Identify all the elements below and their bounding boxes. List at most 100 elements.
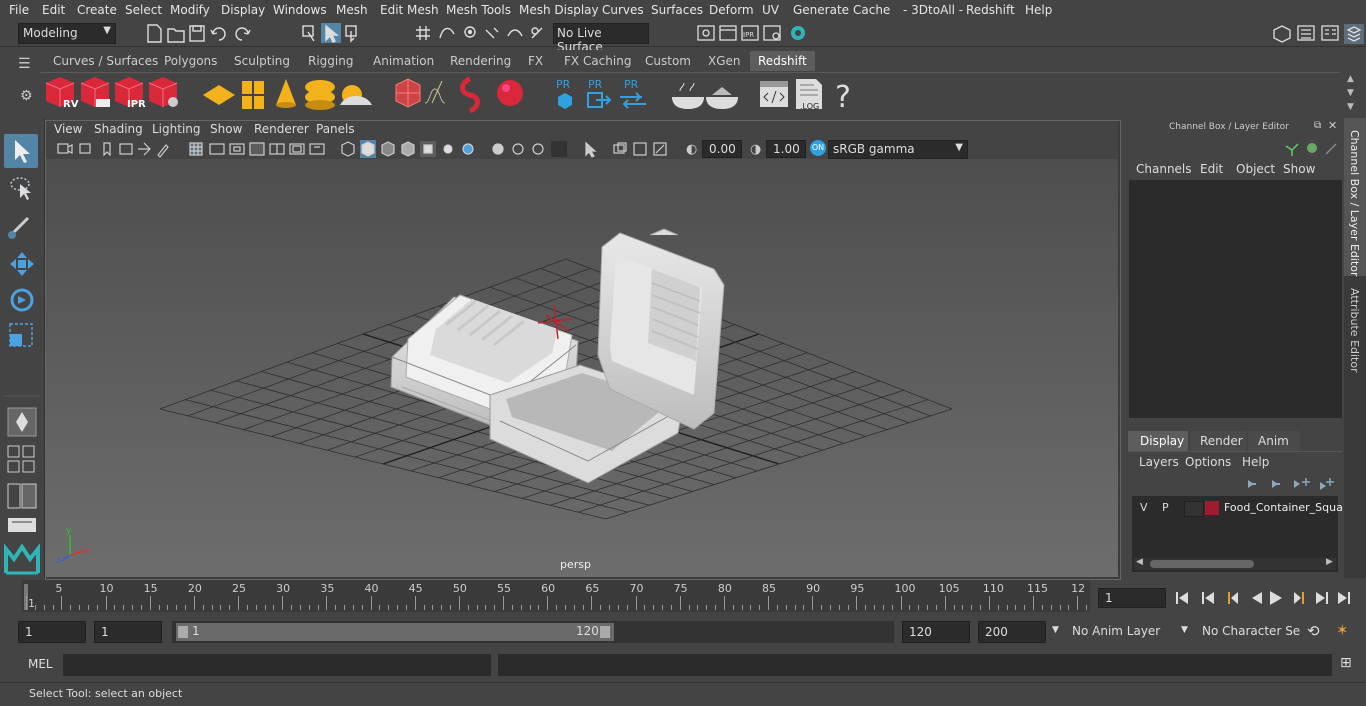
shelf-menu-icon[interactable]: ☰: [18, 56, 31, 72]
menu-modify[interactable]: Modify: [170, 3, 210, 17]
current-frame-field[interactable]: 1: [1098, 588, 1166, 608]
tab-fx-caching[interactable]: FX Caching: [564, 54, 631, 68]
menu-file[interactable]: File: [9, 3, 29, 17]
textured-icon[interactable]: [401, 141, 415, 157]
menu-edit-mesh[interactable]: Edit Mesh: [380, 3, 439, 17]
mode-dropdown[interactable]: Modeling ▼: [18, 23, 116, 44]
playback-start-field[interactable]: 1: [94, 621, 162, 643]
range-end-grip[interactable]: [600, 626, 610, 638]
step-forward-key-icon[interactable]: [1316, 592, 1328, 604]
tab-custom[interactable]: Custom: [645, 54, 691, 68]
menu-mesh[interactable]: Mesh: [336, 3, 368, 17]
range-start-grip[interactable]: [178, 626, 188, 638]
ipr-render-icon[interactable]: IPR: [741, 25, 759, 41]
resolution-gate-icon[interactable]: [229, 143, 245, 155]
wireframe-on-shaded-icon[interactable]: [381, 141, 395, 157]
ambient-occlusion-icon[interactable]: [462, 143, 474, 155]
open-scene-icon[interactable]: [167, 28, 185, 43]
tab-animation[interactable]: Animation: [373, 54, 434, 68]
cb-menu-object[interactable]: Object: [1236, 162, 1275, 176]
colorspace-dropdown[interactable]: sRGB gamma ▼: [828, 140, 968, 159]
attribute-editor-toggle-icon[interactable]: [1297, 25, 1315, 41]
menu-mesh-display[interactable]: Mesh Display: [519, 3, 599, 17]
menu-generate[interactable]: Generate: [793, 3, 849, 17]
exposure-field[interactable]: 0.00: [702, 140, 742, 158]
le-menu-layers[interactable]: Layers: [1139, 455, 1179, 469]
hypershade-icon[interactable]: [791, 26, 805, 40]
film-gate-icon[interactable]: [209, 143, 225, 155]
le-menu-help[interactable]: Help: [1242, 455, 1269, 469]
smooth-shade-icon[interactable]: [360, 140, 376, 158]
channel-box-side-tab[interactable]: Channel Box / Layer Editor: [1344, 118, 1366, 277]
layer-display-type[interactable]: [1184, 501, 1204, 517]
color-management-toggle-icon[interactable]: ON: [810, 140, 826, 156]
single-pane-layout-icon[interactable]: [7, 445, 35, 473]
menu-mesh-tools[interactable]: Mesh Tools: [446, 3, 511, 17]
channel-box-toggle-icon[interactable]: [1344, 24, 1364, 44]
wireframe-icon[interactable]: [341, 141, 355, 157]
move-tool-icon[interactable]: [10, 252, 34, 276]
snap-point-icon[interactable]: [464, 26, 476, 38]
menu-deform[interactable]: Deform: [709, 3, 754, 17]
gamma-field[interactable]: 1.00: [766, 140, 806, 158]
cb-menu-show[interactable]: Show: [1283, 162, 1315, 176]
tab-render[interactable]: Render: [1190, 431, 1246, 451]
rs-sun-sky-icon[interactable]: [340, 85, 372, 105]
rs-ies-light-icon[interactable]: [276, 79, 296, 108]
2d-pan-zoom-icon[interactable]: [138, 142, 151, 156]
tab-rigging[interactable]: Rigging: [308, 54, 353, 68]
menu-windows[interactable]: Windows: [273, 3, 327, 17]
play-forwards-icon[interactable]: [1270, 591, 1282, 605]
modeling-toolkit-icon[interactable]: [1273, 25, 1291, 43]
script-language-label[interactable]: MEL: [28, 657, 53, 671]
motion-blur-icon[interactable]: [551, 141, 567, 157]
range-slider-handle[interactable]: 1 120: [176, 623, 614, 641]
playback-end-field[interactable]: 120: [902, 621, 970, 643]
rs-pr-box-icon[interactable]: [558, 93, 572, 109]
shadows-icon[interactable]: [443, 144, 453, 154]
animation-start-field[interactable]: 1: [18, 621, 86, 643]
menu-3dtoall[interactable]: - 3DtoAll -: [903, 3, 963, 17]
camera-attributes-icon[interactable]: [79, 143, 91, 154]
anim-layer-dropdown[interactable]: No Anim Layer: [1066, 621, 1178, 643]
channel-hyperbolic-icon[interactable]: [1325, 143, 1337, 155]
last-tool-icon[interactable]: [7, 407, 37, 437]
scale-tool-icon[interactable]: [9, 323, 33, 347]
step-back-key-icon[interactable]: [1202, 592, 1214, 604]
rs-object-properties-icon[interactable]: [460, 76, 480, 114]
tab-anim[interactable]: Anim: [1248, 431, 1300, 451]
tab-xgen[interactable]: XGen: [708, 54, 741, 68]
safe-title-icon[interactable]: [309, 143, 325, 155]
layer-playback-toggle[interactable]: P: [1162, 501, 1169, 514]
frame-all-icon[interactable]: [633, 142, 647, 156]
scroll-down-icon[interactable]: ▼: [1347, 88, 1354, 98]
channel-speed-icon[interactable]: [1307, 143, 1317, 153]
paint-select-icon[interactable]: [8, 216, 30, 239]
frame-zoom-icon[interactable]: [653, 142, 667, 156]
render-frame-icon[interactable]: [719, 25, 737, 41]
vp-menu-renderer[interactable]: Renderer: [254, 122, 309, 136]
menu-uv[interactable]: UV: [762, 3, 779, 17]
menu-surfaces[interactable]: Surfaces: [651, 3, 703, 17]
menu-help[interactable]: Help: [1025, 3, 1052, 17]
undo-icon[interactable]: [210, 27, 226, 41]
rs-script-editor-icon[interactable]: [760, 81, 788, 107]
tab-redshift[interactable]: Redshift: [750, 51, 815, 71]
step-back-frame-icon[interactable]: [1228, 592, 1238, 604]
use-all-lights-icon[interactable]: [420, 141, 436, 157]
rs-volume-icon[interactable]: [424, 80, 446, 104]
new-layer-from-selected-icon[interactable]: [1320, 478, 1334, 490]
select-camera-icon[interactable]: [585, 141, 597, 158]
vp-menu-view[interactable]: View: [54, 122, 82, 136]
hypershade-layout-icon[interactable]: [8, 518, 36, 532]
tool-settings-toggle-icon[interactable]: [1321, 25, 1339, 41]
menu-cache[interactable]: Cache: [853, 3, 890, 17]
select-component-icon[interactable]: [345, 25, 357, 43]
rs-help-icon[interactable]: ?: [835, 80, 851, 115]
rs-pr-export-icon[interactable]: [587, 92, 612, 108]
tab-sculpting[interactable]: Sculpting: [234, 54, 290, 68]
move-layer-up-icon[interactable]: [1248, 480, 1256, 488]
attribute-editor-side-tab[interactable]: Attribute Editor: [1344, 280, 1366, 380]
scroll-up-icon[interactable]: ▲: [1347, 74, 1354, 84]
tab-curves-surfaces[interactable]: Curves / Surfaces: [53, 54, 158, 68]
